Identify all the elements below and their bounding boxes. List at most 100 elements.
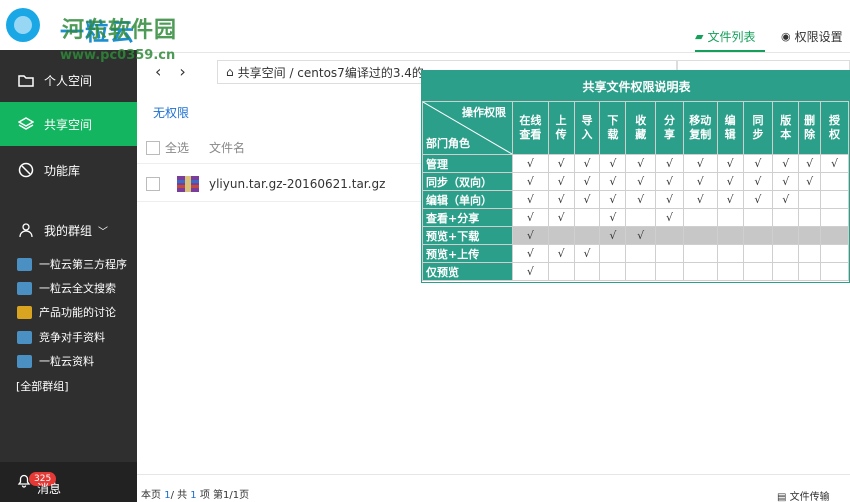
permission-table: 操作权限 部门角色 在线 查看上 传导 入下 载收 藏分 享移动 复制编 辑同 … [422, 101, 849, 281]
group-title-label: 我的群组 [44, 223, 93, 238]
permission-cell: √ [772, 172, 800, 191]
permission-cell [772, 226, 800, 245]
group-item[interactable]: 一粒云第三方程序 [0, 253, 137, 275]
all-groups-link[interactable]: [全部群组] [16, 378, 69, 394]
permission-row: 编辑（单向） √ √ √ √ √ √ √ √ √ √ [422, 190, 849, 209]
permission-cell [820, 244, 849, 263]
permission-column-header: 同 步 [742, 101, 774, 155]
permission-cell: √ [625, 172, 657, 191]
permission-cell [682, 244, 718, 263]
home-icon[interactable]: ⌂ [226, 65, 234, 79]
permission-cell: √ [742, 190, 774, 209]
tab-file-list[interactable]: ▰ 文件列表 [695, 28, 755, 45]
group-label: 一粒云资料 [39, 355, 94, 368]
permission-cell [716, 262, 744, 281]
permission-column-header: 授 权 [820, 101, 849, 155]
permission-cell: √ [716, 172, 744, 191]
file-transfer-button[interactable]: ▤ 文件传输 [777, 488, 830, 502]
permission-cell [682, 262, 718, 281]
permission-column-header: 在线 查看 [512, 101, 549, 155]
header-role-label: 部门角色 [426, 137, 470, 150]
group-icon [17, 330, 32, 344]
row-checkbox[interactable] [146, 176, 160, 191]
permission-column-header: 上 传 [547, 101, 575, 155]
group-item[interactable]: 一粒云全文搜索 [0, 277, 137, 299]
permission-cell [625, 262, 657, 281]
permission-cell [655, 262, 684, 281]
permission-cell [599, 262, 627, 281]
back-arrow-icon[interactable]: ‹ [155, 62, 161, 81]
permission-cell: √ [625, 226, 657, 245]
permission-explanation-panel: 共享文件权限说明表 操作权限 部门角色 在线 查看上 传导 入下 载收 藏分 享… [421, 70, 850, 283]
filename-column-header[interactable]: 文件名 [209, 139, 245, 156]
transfer-label: 文件传输 [789, 492, 830, 502]
permission-cell: √ [772, 190, 800, 209]
permission-cell: √ [512, 226, 549, 245]
permission-cell: √ [682, 190, 718, 209]
permission-cell: √ [573, 154, 601, 173]
role-label: 查看+分享 [422, 208, 513, 227]
permission-cell: √ [512, 262, 549, 281]
group-item[interactable]: 竞争对手资料 [0, 326, 137, 348]
permission-column-header: 移动 复制 [682, 101, 718, 155]
sidebar-item-shared-space[interactable]: 共享空间 [0, 102, 137, 146]
breadcrumb-path[interactable]: 共享空间 / centos7编译过的3.4的 [238, 64, 424, 81]
permission-cell: √ [547, 172, 575, 191]
permission-column-header: 版 本 [772, 101, 800, 155]
permission-cell [820, 208, 849, 227]
permission-cell: √ [599, 226, 627, 245]
permission-column-header: 下 载 [599, 101, 627, 155]
group-icon [17, 305, 32, 319]
divider [137, 52, 850, 53]
history-nav: ‹ › [155, 62, 204, 81]
sidebar-item-personal-space[interactable]: 个人空间 [0, 58, 137, 102]
permission-cell: √ [798, 172, 822, 191]
header-operation-label: 操作权限 [462, 106, 506, 119]
message-label[interactable]: 消息 [37, 480, 61, 497]
watermark-url: www.pc0359.cn [60, 48, 176, 63]
tab-permission-settings[interactable]: ◉ 权限设置 [781, 28, 843, 45]
permission-cell [655, 244, 684, 263]
permission-cell: √ [547, 154, 575, 173]
permission-cell: √ [547, 244, 575, 263]
permission-cell [716, 244, 744, 263]
chevron-down-icon: ﹀ [98, 226, 109, 238]
forward-arrow-icon[interactable]: › [179, 62, 185, 81]
my-groups-toggle[interactable]: 我的群组 ﹀ [0, 216, 137, 244]
table-row[interactable]: yliyun.tar.gz-20160621.tar.gz [137, 166, 427, 202]
permission-cell [742, 244, 774, 263]
permission-cell: √ [573, 244, 601, 263]
role-label: 同步（双向） [422, 172, 513, 191]
permission-column-header: 收 藏 [625, 101, 657, 155]
sidebar-item-label: 共享空间 [44, 117, 93, 132]
group-item[interactable]: 一粒云资料 [0, 350, 137, 372]
permission-cell: √ [512, 190, 549, 209]
sidebar-item-function-library[interactable]: 功能库 [0, 148, 137, 192]
permission-cell: √ [655, 154, 684, 173]
folder-icon [18, 75, 34, 87]
group-icon [17, 354, 32, 368]
permission-cell: √ [742, 172, 774, 191]
file-name[interactable]: yliyun.tar.gz-20160621.tar.gz [209, 177, 385, 191]
permission-cell [625, 244, 657, 263]
permission-row: 同步（双向） √ √ √ √ √ √ √ √ √ √ √ [422, 172, 849, 191]
permission-cell: √ [599, 208, 627, 227]
permission-table-title: 共享文件权限说明表 [422, 71, 850, 101]
permission-cell: √ [716, 190, 744, 209]
permission-cell [772, 262, 800, 281]
role-label: 管理 [422, 154, 513, 173]
select-all-label[interactable]: 全选 [165, 139, 189, 156]
permission-cell: √ [512, 172, 549, 191]
select-all-checkbox[interactable] [146, 140, 160, 155]
permission-cell: √ [798, 154, 822, 173]
permission-cell: √ [599, 154, 627, 173]
permission-row: 预览+下载 √ √ √ [422, 226, 849, 245]
logo-icon [6, 8, 40, 42]
pager-text: / 共 [170, 490, 191, 501]
tab-label: 文件列表 [707, 30, 756, 44]
permission-cell: √ [625, 190, 657, 209]
permission-cell [547, 226, 575, 245]
compass-icon [18, 162, 34, 178]
permission-status: 无权限 [153, 106, 190, 120]
group-item[interactable]: 产品功能的讨论 [0, 301, 137, 323]
